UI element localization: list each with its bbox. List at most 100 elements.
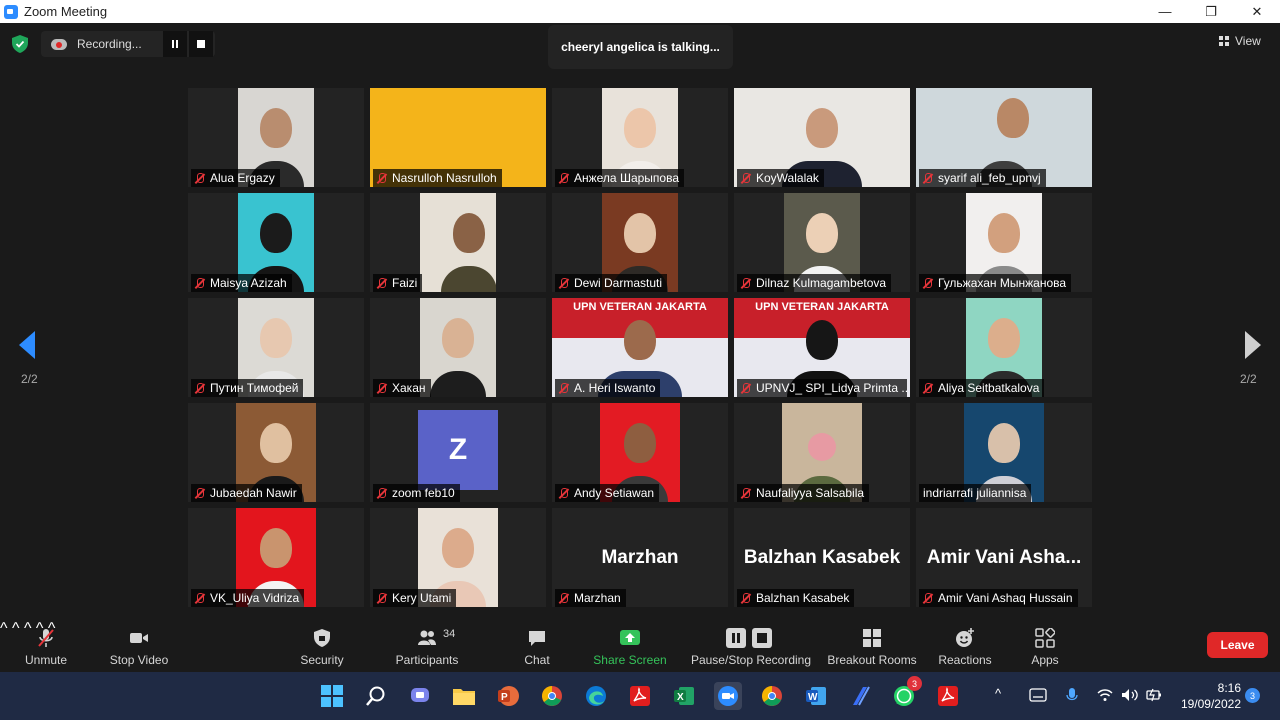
participant-tile[interactable]: KoyWalalak — [734, 88, 910, 187]
participant-name-label: Dilnaz Kulmagambetova — [737, 274, 892, 292]
participant-name-label: KoyWalalak — [737, 169, 824, 187]
participant-tile[interactable]: Faizi — [370, 193, 546, 292]
share-screen-icon — [620, 630, 640, 645]
participant-name-label: VK_Uliya Vidriza — [191, 589, 305, 607]
leave-button[interactable]: Leave — [1207, 632, 1268, 658]
pause-stop-recording-icon — [726, 628, 772, 648]
apps-button[interactable]: Apps — [1024, 624, 1066, 670]
acrobat-2-icon[interactable] — [934, 682, 962, 710]
zoom-app-icon — [4, 4, 18, 19]
participant-tile[interactable]: Aliya Seitbatkalova — [916, 298, 1092, 397]
chrome-profile-icon[interactable] — [538, 682, 566, 710]
participant-tile[interactable]: Maisya Azizah — [188, 193, 364, 292]
participant-tile[interactable]: Alua Ergazy — [188, 88, 364, 187]
participant-tile[interactable]: Путин Тимофей — [188, 298, 364, 397]
participant-name-label: zoom feb10 — [373, 484, 460, 502]
wifi-icon[interactable] — [1097, 688, 1113, 702]
breakout-rooms-button[interactable]: Breakout Rooms — [826, 624, 918, 670]
unmute-button[interactable]: Unmute — [18, 624, 74, 670]
svg-text:X: X — [677, 692, 684, 703]
pause-stop-recording-button[interactable]: Pause/Stop Recording — [690, 624, 812, 670]
show-hidden-icons-chevron-icon[interactable]: ^ — [995, 686, 1001, 701]
chrome-icon[interactable] — [758, 682, 786, 710]
muted-mic-icon — [195, 277, 204, 289]
participant-name-label: Nasrulloh Nasrulloh — [373, 169, 502, 187]
participant-name-label: Alua Ergazy — [191, 169, 280, 187]
participant-tile[interactable]: UPN VETERAN JAKARTA A. Heri Iswanto — [552, 298, 728, 397]
apps-icon — [1035, 628, 1055, 648]
participant-tile[interactable]: Хакан — [370, 298, 546, 397]
muted-mic-icon — [195, 592, 204, 604]
participant-tile[interactable]: Гульжахан Мынжанова — [916, 193, 1092, 292]
muted-mic-icon — [377, 592, 386, 604]
muted-mic-icon — [923, 592, 932, 604]
zoom-taskbar-icon[interactable] — [714, 682, 742, 710]
file-explorer-icon[interactable] — [450, 682, 478, 710]
excel-icon[interactable]: X — [670, 682, 698, 710]
edge-icon[interactable] — [582, 682, 610, 710]
shield-icon[interactable] — [12, 35, 28, 53]
search-icon[interactable] — [362, 682, 390, 710]
chat-bubble-icon — [529, 631, 545, 646]
participant-tile[interactable]: Balzhan Kasabek Balzhan Kasabek — [734, 508, 910, 607]
participant-tile[interactable]: Анжела Шарыпова — [552, 88, 728, 187]
stop-recording-button[interactable] — [189, 31, 213, 57]
participant-tile[interactable]: Marzhan Marzhan — [552, 508, 728, 607]
next-page-arrow-icon[interactable] — [1245, 331, 1261, 359]
muted-mic-icon — [741, 592, 750, 604]
participant-tile[interactable]: Kery Utami — [370, 508, 546, 607]
participant-tile[interactable]: Nasrulloh Nasrulloh — [370, 88, 546, 187]
participant-tile[interactable]: Amir Vani Asha... Amir Vani Ashaq Hussai… — [916, 508, 1092, 607]
security-button[interactable]: Security — [296, 624, 348, 670]
participant-tile[interactable]: Jubaedah Nawir — [188, 403, 364, 502]
notification-count-badge[interactable]: 3 — [1245, 688, 1260, 703]
chat-button[interactable]: Chat — [517, 624, 557, 670]
video-feed — [420, 193, 496, 292]
svg-text:W: W — [808, 692, 818, 703]
battery-charging-icon[interactable] — [1146, 688, 1162, 702]
view-button[interactable]: View — [1219, 31, 1271, 51]
pause-recording-button[interactable] — [163, 31, 187, 57]
muted-mic-icon — [377, 277, 386, 289]
share-screen-button[interactable]: Share Screen — [592, 624, 668, 670]
close-button[interactable]: ✕ — [1234, 0, 1280, 23]
minimize-button[interactable]: — — [1142, 0, 1188, 23]
teams-chat-icon[interactable] — [406, 682, 434, 710]
participant-name-label: Marzhan — [555, 589, 626, 607]
participant-tile[interactable]: Z zoom feb10 — [370, 403, 546, 502]
reactions-button[interactable]: Reactions — [936, 624, 994, 670]
word-icon[interactable]: W — [802, 682, 830, 710]
stop-video-button[interactable]: Stop Video — [104, 624, 174, 670]
muted-mic-icon — [559, 277, 568, 289]
participant-tile[interactable]: UPN VETERAN JAKARTA UPNVJ_ SPI_Lidya Pri… — [734, 298, 910, 397]
participant-tile[interactable]: Andy Setiawan — [552, 403, 728, 502]
participant-name-label: Naufaliyya Salsabila — [737, 484, 870, 502]
participant-tile[interactable]: Dewi Darmastuti — [552, 193, 728, 292]
recording-label: Recording... — [77, 37, 142, 51]
previous-page-arrow-icon[interactable] — [19, 331, 35, 359]
active-speaker-indicator: cheeryl angelica is talking... — [548, 25, 733, 69]
meeting-area: Recording... cheeryl angelica is talking… — [0, 23, 1280, 620]
pen-app-icon[interactable] — [846, 682, 874, 710]
whatsapp-icon[interactable]: 3 — [890, 676, 922, 710]
windows-start-icon[interactable] — [318, 682, 346, 710]
participant-tile[interactable]: syarif ali_feb_upnvj — [916, 88, 1092, 187]
keyboard-icon[interactable] — [1029, 688, 1047, 702]
participant-name-label: Faizi — [373, 274, 423, 292]
participant-tile[interactable]: Dilnaz Kulmagambetova — [734, 193, 910, 292]
muted-mic-icon — [923, 382, 932, 394]
audio-options-caret-icon[interactable]: ^ — [0, 620, 8, 637]
participant-tile[interactable]: Naufaliyya Salsabila — [734, 403, 910, 502]
volume-icon[interactable] — [1121, 688, 1139, 702]
participant-tile[interactable]: indriarrafi juliannisa — [916, 403, 1092, 502]
muted-mic-icon — [377, 487, 386, 499]
microphone-tray-icon[interactable] — [1066, 688, 1078, 704]
system-clock[interactable]: 8:16 19/09/2022 — [1171, 680, 1241, 712]
breakout-rooms-icon — [863, 629, 881, 647]
powerpoint-icon[interactable]: P — [494, 682, 522, 710]
participant-tile[interactable]: VK_Uliya Vidriza — [188, 508, 364, 607]
participant-name-label: Amir Vani Ashaq Hussain — [919, 589, 1078, 607]
participant-name-label: Путин Тимофей — [191, 379, 304, 397]
maximize-button[interactable]: ❐ — [1188, 0, 1234, 23]
acrobat-icon[interactable] — [626, 682, 654, 710]
